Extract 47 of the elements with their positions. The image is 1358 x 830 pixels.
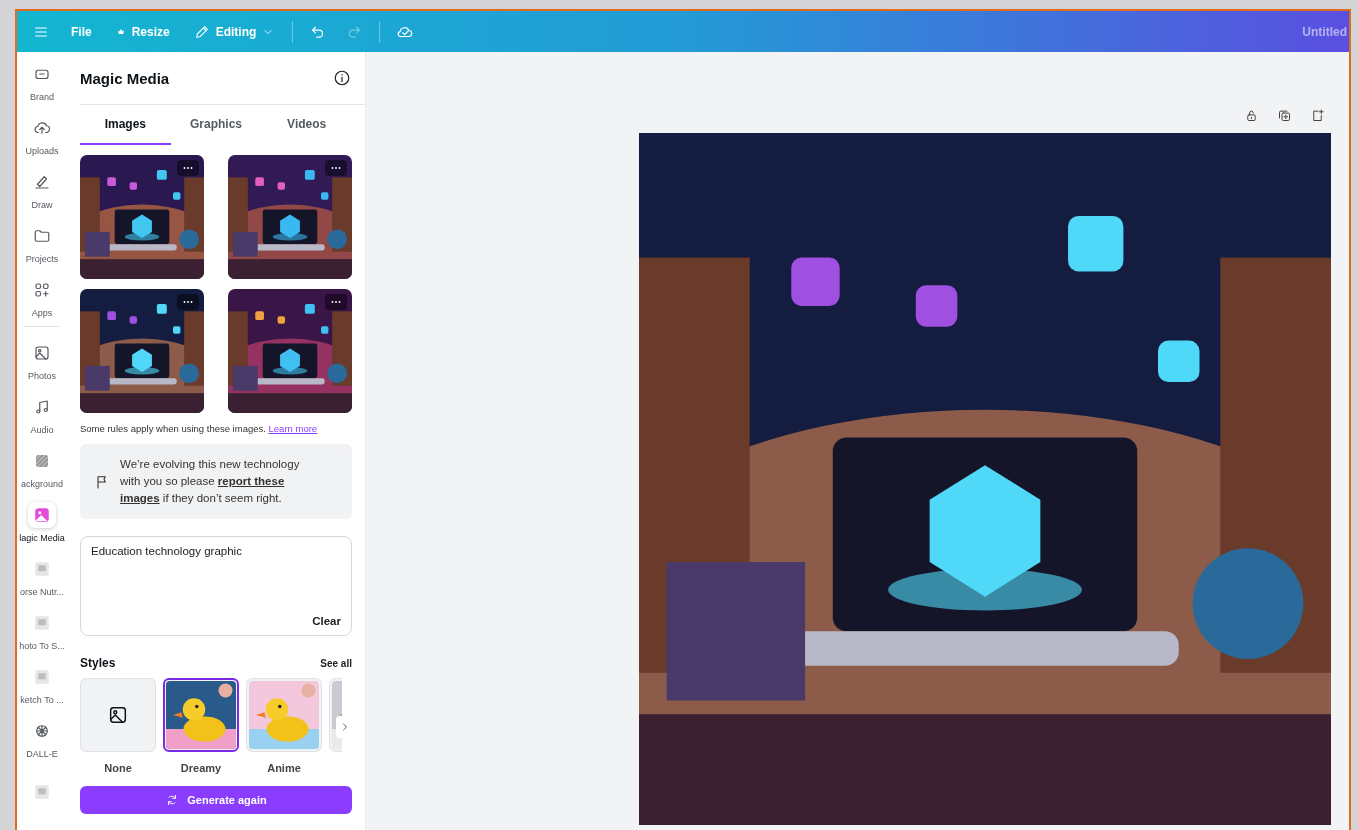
- see-all-link[interactable]: See all: [320, 657, 352, 669]
- style-label: Anime: [267, 762, 301, 774]
- more-button[interactable]: [325, 160, 347, 176]
- more-button[interactable]: [325, 294, 347, 310]
- learn-more-link[interactable]: Learn more: [268, 423, 318, 434]
- styles-heading: Styles: [80, 656, 116, 670]
- panel-title: Magic Media: [80, 69, 170, 87]
- magic-image-icon: [33, 505, 51, 524]
- rules-note: Some rules apply when using these images. Learn more: [80, 423, 319, 434]
- image-icon: [107, 704, 129, 726]
- clear-button[interactable]: Clear: [312, 615, 341, 627]
- music-note-icon: [33, 397, 51, 416]
- unlock-icon: [1244, 108, 1259, 123]
- add-page-icon: [1310, 108, 1325, 123]
- apps-icon: [33, 280, 51, 299]
- notice-text: We’re evolving this new technology with you so please report these images if they don’t seem right.: [120, 457, 301, 506]
- duplicate-icon: [1277, 108, 1292, 123]
- rail-item[interactable]: ketch To ...: [17, 657, 67, 711]
- rail-item[interactable]: Apps: [17, 270, 67, 324]
- rail-item[interactable]: Photos: [17, 333, 67, 387]
- pencil-icon: [193, 23, 210, 40]
- rail-item[interactable]: DALL-E: [17, 711, 67, 765]
- rail-item[interactable]: Projects: [17, 216, 67, 270]
- app-icon: [33, 559, 51, 578]
- tab[interactable]: Graphics: [170, 105, 262, 145]
- rail-item[interactable]: Audio: [17, 387, 67, 441]
- more-button[interactable]: [177, 294, 199, 310]
- app-icon: [33, 783, 51, 801]
- image-icon: [33, 343, 51, 362]
- style-option[interactable]: [163, 678, 239, 752]
- rail-item[interactable]: ackground: [17, 441, 67, 495]
- generate-button[interactable]: Generate again: [80, 786, 352, 814]
- rail-item[interactable]: orse Nutr...: [17, 549, 67, 603]
- app-icon: [33, 667, 51, 686]
- info-icon: [333, 69, 351, 87]
- rail-item[interactable]: Draw: [17, 162, 67, 216]
- rail-item[interactable]: Brand: [17, 54, 67, 108]
- style-label: Dreamy: [180, 762, 222, 774]
- more-button[interactable]: [177, 160, 199, 176]
- rail-item[interactable]: Uploads: [17, 108, 67, 162]
- tab[interactable]: Videos: [261, 105, 352, 145]
- rail-item[interactable]: lagic Media: [17, 495, 67, 549]
- app-icon: [33, 613, 51, 632]
- tab[interactable]: Images: [80, 105, 171, 145]
- prompt-field[interactable]: Education technology graphic Clear: [80, 536, 352, 636]
- style-label: None: [104, 762, 132, 774]
- rail-item[interactable]: hoto To S...: [17, 603, 67, 657]
